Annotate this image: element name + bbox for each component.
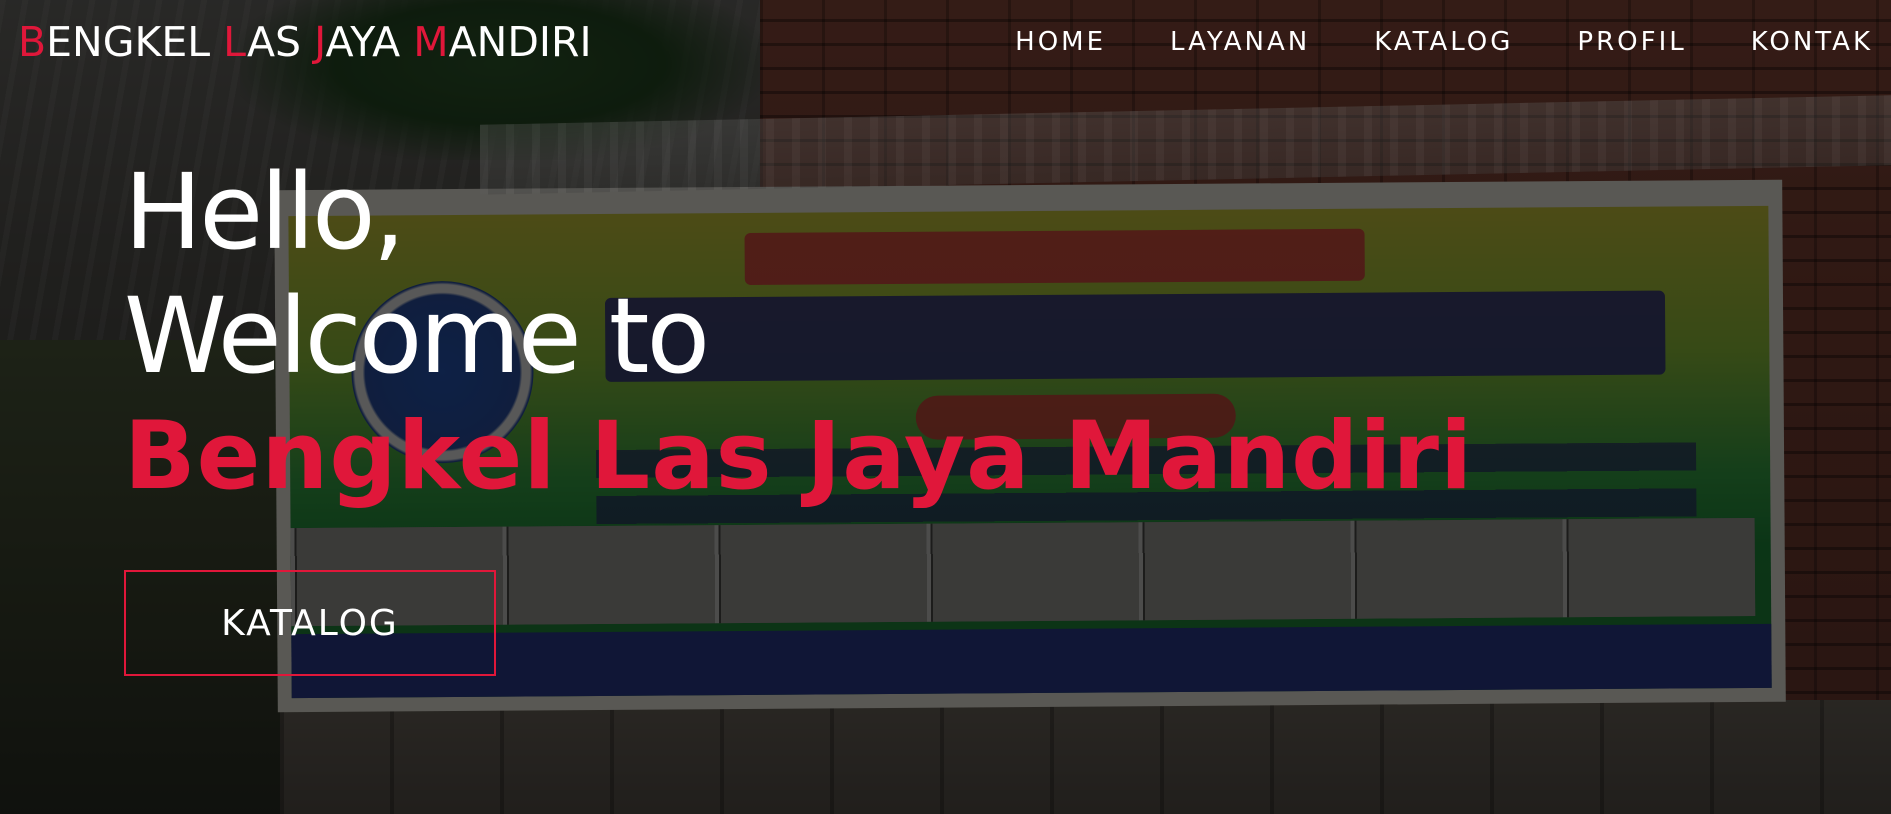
hero-greeting: Hello, [124, 151, 406, 273]
nav-item-profil[interactable]: PROFIL [1577, 24, 1686, 60]
katalog-button[interactable]: KATALOG [124, 570, 496, 676]
brand-logo[interactable]: BENGKEL LAS JAYA MANDIRI [18, 18, 592, 66]
hero-heading: Hello, Welcome to Bengkel Las Jaya Mandi… [124, 150, 1473, 516]
nav-menu: HOME LAYANAN KATALOG PROFIL KONTAK [951, 24, 1873, 60]
hero-company-name: Bengkel Las Jaya Mandiri [124, 402, 1474, 511]
brand-text: AYA [325, 18, 414, 66]
brand-text: ENGKEL [46, 18, 224, 66]
nav-item-katalog[interactable]: KATALOG [1374, 24, 1513, 60]
navbar: BENGKEL LAS JAYA MANDIRI HOME LAYANAN KA… [0, 0, 1891, 84]
nav-item-kontak[interactable]: KONTAK [1751, 24, 1873, 60]
nav-item-layanan[interactable]: LAYANAN [1170, 24, 1310, 60]
hero-welcome: Welcome to [124, 275, 710, 397]
brand-initial: L [223, 18, 247, 66]
brand-initial: J [314, 18, 326, 66]
brand-text: AS [246, 18, 315, 66]
brand-text: ANDIRI [448, 18, 592, 66]
brand-initial: B [18, 18, 47, 66]
hero-section: BENGKEL LAS JAYA MANDIRI HOME LAYANAN KA… [0, 0, 1891, 814]
brand-initial: M [413, 18, 449, 66]
nav-item-home[interactable]: HOME [1015, 24, 1106, 60]
